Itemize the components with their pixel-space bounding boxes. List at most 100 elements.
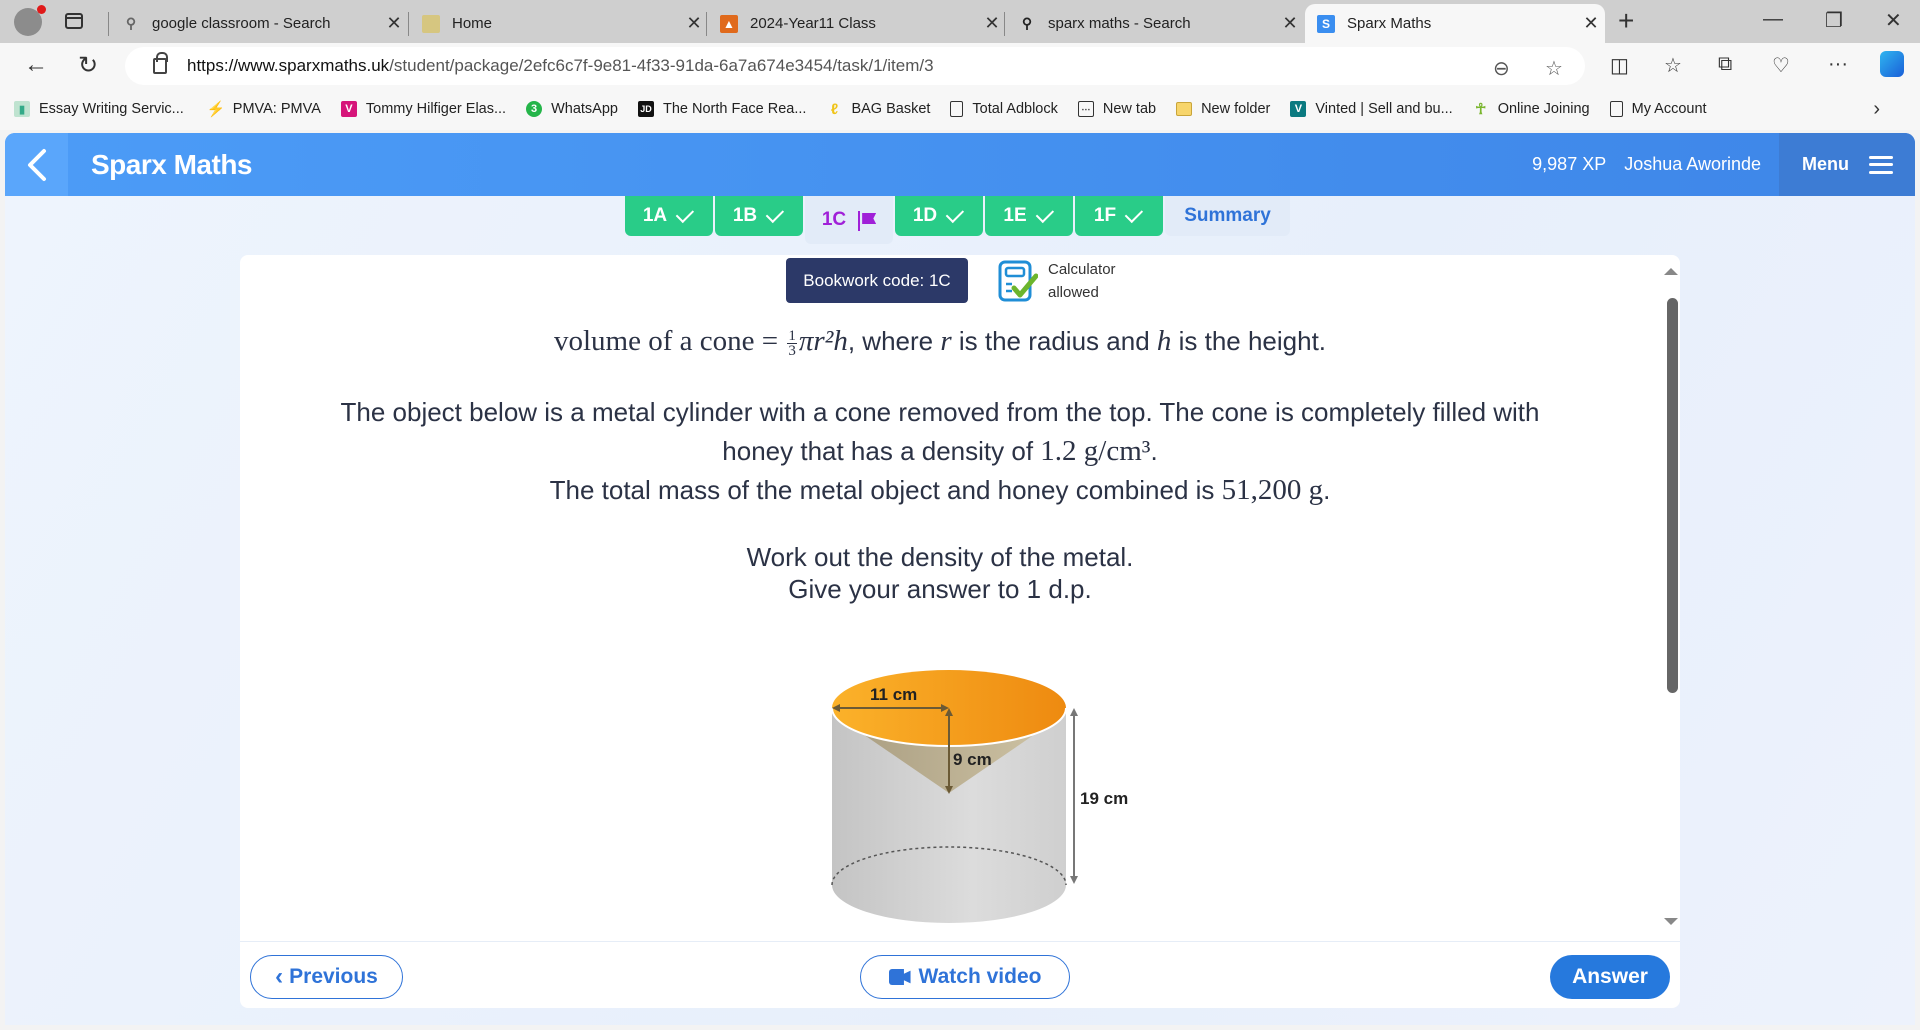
app-title: Sparx Maths	[91, 148, 253, 180]
tab-1c[interactable]: 1C	[805, 196, 893, 244]
bookmark-item[interactable]: 3 WhatsApp	[526, 101, 618, 117]
refresh-icon[interactable]: ↻	[78, 51, 98, 80]
bookmark-item[interactable]: ▮ Essay Writing Servic...	[14, 101, 184, 117]
task-tabs: 1A 1B 1C 1D 1E 1F Summary	[625, 196, 1292, 244]
url-text[interactable]: https://www.sparxmaths.uk/student/packag…	[187, 56, 934, 76]
tab-1b[interactable]: 1B	[715, 196, 803, 236]
classroom-class-icon: ▲	[720, 14, 738, 33]
menu-button[interactable]: Menu	[1779, 133, 1915, 196]
profile-avatar-icon[interactable]	[14, 5, 46, 36]
favorite-star-icon[interactable]: ☆	[1545, 56, 1563, 81]
bookmark-item[interactable]: ☥ Online Joining	[1473, 101, 1590, 118]
favorites-icon[interactable]: ☆	[1664, 53, 1682, 78]
whatsapp-icon: 3	[526, 101, 543, 117]
zoom-out-icon[interactable]: ⊖	[1493, 56, 1510, 81]
jd-icon: JD	[637, 101, 654, 117]
close-tab-icon[interactable]: ✕	[978, 13, 1006, 34]
collections-icon[interactable]: ⧉	[1718, 53, 1732, 76]
hamburger-icon	[1869, 155, 1893, 174]
browser-tab[interactable]: ⚲ google classroom - Search ✕	[108, 4, 408, 43]
folder-icon	[1176, 102, 1193, 116]
lock-icon[interactable]	[153, 52, 168, 74]
tab-1d[interactable]: 1D	[895, 196, 983, 236]
question-precision: Give your answer to 1 d.p.	[788, 574, 1092, 604]
bookmark-item[interactable]: V Tommy Hilfiger Elas...	[340, 101, 506, 117]
tab-1a[interactable]: 1A	[625, 196, 713, 236]
newtab-icon: ⋯	[1077, 101, 1094, 117]
scrollbar-thumb[interactable]	[1667, 298, 1678, 693]
address-bar[interactable]: https://www.sparxmaths.uk/student/packag…	[125, 47, 1585, 85]
back-arrow-icon[interactable]: ←	[24, 51, 48, 79]
browser-tab-strip: ⚲ google classroom - Search ✕ Home ✕ ▲ 2…	[0, 0, 1920, 43]
chevron-left-icon	[27, 148, 46, 181]
pmva-icon: ⚡	[206, 101, 226, 118]
bookmarks-bar: ▮ Essay Writing Servic... ⚡ PMVA: PMVA V To…	[0, 88, 1920, 130]
tab-actions-icon[interactable]	[65, 13, 83, 29]
answer-button[interactable]: Answer	[1550, 955, 1670, 999]
scroll-down-arrow-icon[interactable]	[1664, 918, 1678, 925]
bookmark-item[interactable]: My Account	[1609, 101, 1707, 117]
bookmark-item[interactable]: ⚡ PMVA: PMVA	[206, 101, 320, 118]
checkmark-icon	[1035, 204, 1054, 224]
scroll-up-arrow-icon[interactable]	[1664, 268, 1678, 275]
checkmark-icon	[1124, 204, 1144, 224]
search-icon: ⚲	[125, 15, 137, 31]
bookmark-item[interactable]: ⋯ New tab	[1077, 101, 1156, 117]
close-tab-icon[interactable]: ✕	[680, 13, 708, 34]
cone-depth-label: 9 cm	[953, 750, 992, 769]
book-icon: ▮	[14, 101, 30, 117]
browser-tab[interactable]: Home ✕	[408, 4, 708, 43]
sparx-page: Sparx Maths 9,987 XP Joshua Aworinde Men…	[5, 133, 1915, 1025]
close-window-button[interactable]: ✕	[1885, 8, 1902, 33]
previous-button[interactable]: ‹ Previous	[250, 955, 403, 999]
watch-video-button[interactable]: Watch video	[860, 955, 1070, 999]
tab-1f[interactable]: 1F	[1075, 196, 1163, 236]
sparx-icon: S	[1317, 14, 1335, 33]
split-screen-icon[interactable]: ◫	[1610, 53, 1629, 78]
copilot-icon[interactable]	[1880, 51, 1904, 77]
search-icon: ⚲	[1021, 15, 1033, 31]
browser-tab[interactable]: ▲ 2024-Year11 Class ✕	[706, 4, 1006, 43]
back-button[interactable]	[5, 133, 68, 196]
tab-separator	[706, 12, 707, 36]
radius-label: 11 cm	[870, 685, 917, 704]
tab-summary[interactable]: Summary	[1165, 196, 1290, 236]
cylinder-cone-diagram: 11 cm 9 cm 19 cm	[831, 670, 1128, 923]
footer-divider	[240, 941, 1680, 942]
more-options-icon[interactable]: ···	[1828, 53, 1848, 76]
browser-essentials-icon[interactable]: ♡	[1772, 53, 1790, 78]
close-tab-icon[interactable]: ✕	[1577, 13, 1605, 34]
new-tab-button[interactable]: +	[1618, 6, 1634, 36]
bookmark-item[interactable]: ℓ BAG Basket	[826, 100, 931, 118]
calculator-icon	[998, 260, 1038, 302]
user-name: Joshua Aworinde	[1624, 154, 1761, 174]
chevron-right-icon[interactable]: ›	[1873, 98, 1880, 121]
question-card: Bookwork code: 1C Calculator allowed vol…	[240, 255, 1680, 1008]
video-camera-icon	[888, 969, 911, 985]
bag-icon: ℓ	[830, 100, 839, 118]
formula-line: volume of a cone = 1 3 πr²h, where r is th…	[553, 325, 1327, 359]
bookmark-item[interactable]: New folder	[1176, 101, 1270, 117]
browser-tab[interactable]: ⚲ sparx maths - Search ✕	[1004, 4, 1304, 43]
bookmark-item[interactable]: JD The North Face Rea...	[637, 101, 806, 117]
checkmark-icon	[945, 204, 965, 224]
question-text-line2: honey that has a density of 1.2 g/cm³.	[722, 435, 1158, 467]
checkmark-icon	[675, 204, 695, 224]
minimize-button[interactable]: —	[1763, 8, 1783, 31]
calculator-allowed: Calculator allowed	[998, 258, 1116, 304]
close-tab-icon[interactable]: ✕	[1276, 13, 1304, 34]
v-icon: V	[340, 101, 357, 117]
xp-count: 9,987 XP	[1532, 154, 1607, 174]
bookmark-item[interactable]: Total Adblock	[950, 101, 1058, 117]
bookmark-item[interactable]: V Vinted | Sell and bu...	[1290, 101, 1453, 117]
chevron-left-icon: ‹	[275, 963, 284, 990]
height-label: 19 cm	[1080, 789, 1128, 808]
restore-button[interactable]: ❐	[1825, 8, 1843, 33]
question-text-line1: The object below is a metal cylinder wit…	[340, 397, 1540, 427]
browser-tab-active[interactable]: S Sparx Maths ✕	[1305, 4, 1605, 43]
tab-1e[interactable]: 1E	[985, 196, 1073, 236]
close-tab-icon[interactable]: ✕	[380, 13, 408, 34]
tab-separator	[408, 12, 409, 36]
flag-icon	[858, 211, 876, 231]
sparx-header: Sparx Maths 9,987 XP Joshua Aworinde Men…	[5, 133, 1915, 196]
